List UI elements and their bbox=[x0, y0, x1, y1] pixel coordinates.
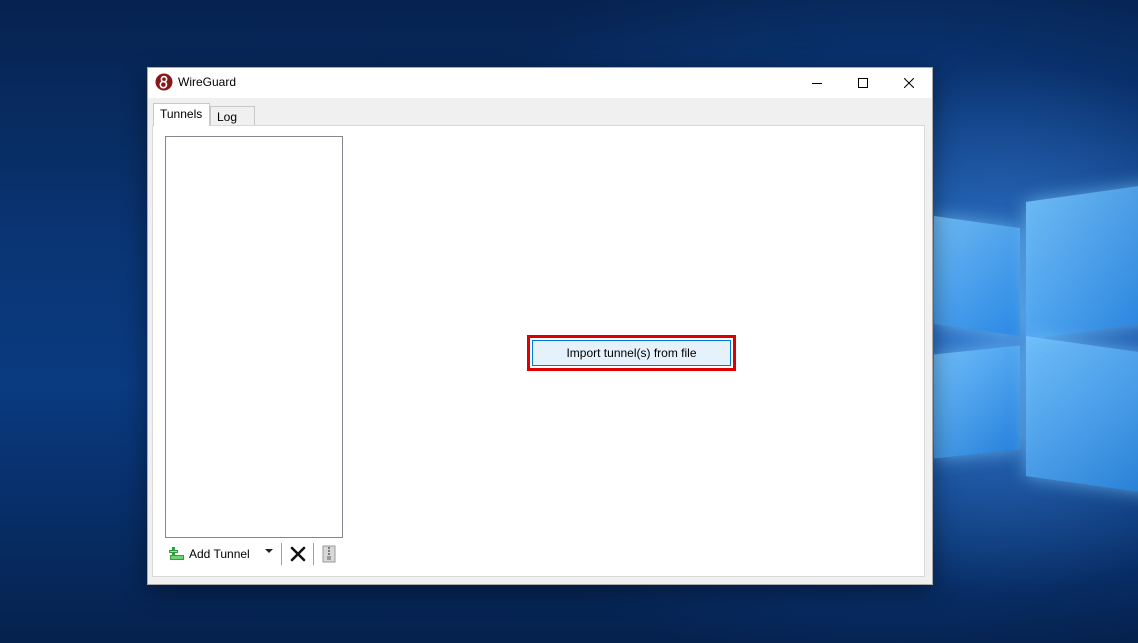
add-tunnel-label: Add Tunnel bbox=[189, 547, 250, 561]
minimize-button[interactable] bbox=[794, 68, 840, 98]
delete-x-icon[interactable] bbox=[289, 545, 307, 563]
toolbar-separator bbox=[281, 543, 282, 565]
windows-logo-wallpaper bbox=[930, 160, 1138, 520]
tunnel-list-toolbar: Add Tunnel bbox=[165, 540, 343, 568]
add-tunnel-icon bbox=[169, 547, 184, 560]
tab-tunnels[interactable]: Tunnels bbox=[153, 103, 210, 126]
import-tunnel-button[interactable]: Import tunnel(s) from file bbox=[532, 340, 731, 366]
toolbar-separator bbox=[313, 543, 314, 565]
minimize-icon bbox=[812, 83, 822, 84]
tunnels-panel: Add Tunnel Import tunnel(s) from file bbox=[152, 125, 925, 577]
title-bar[interactable]: WireGuard bbox=[148, 68, 932, 98]
close-button[interactable] bbox=[886, 68, 932, 98]
chevron-down-icon[interactable] bbox=[265, 549, 273, 553]
maximize-button[interactable] bbox=[840, 68, 886, 98]
window-title: WireGuard bbox=[178, 75, 237, 89]
tunnel-list[interactable] bbox=[165, 136, 343, 538]
tab-log[interactable]: Log bbox=[210, 106, 255, 126]
maximize-icon bbox=[858, 78, 868, 88]
export-zip-icon[interactable] bbox=[322, 544, 336, 564]
add-tunnel-button[interactable]: Add Tunnel bbox=[169, 543, 250, 565]
wireguard-logo-icon bbox=[155, 73, 173, 91]
close-icon bbox=[904, 78, 914, 88]
wireguard-window: WireGuard Tunnels Log Add Tunnel Import … bbox=[148, 68, 932, 584]
